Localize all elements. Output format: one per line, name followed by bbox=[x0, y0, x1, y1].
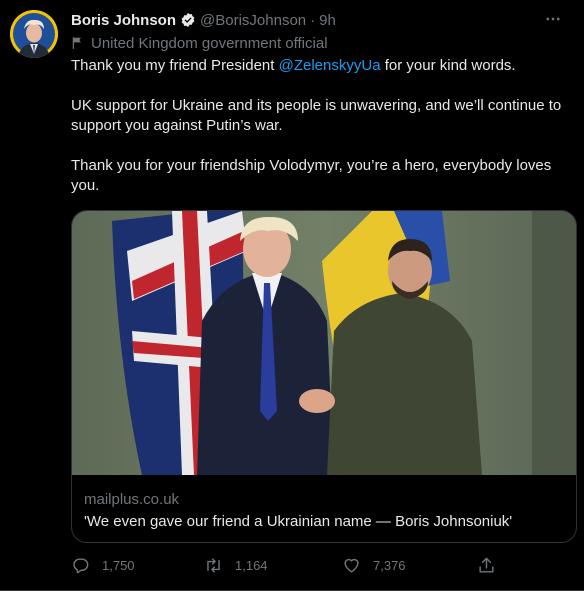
account-label-text: United Kingdom government official bbox=[91, 34, 328, 52]
card-title: 'We even gave our friend a Ukrainian nam… bbox=[84, 513, 513, 530]
separator-dot: · bbox=[310, 11, 316, 29]
card-image bbox=[72, 211, 576, 475]
reply-button[interactable]: 1,750 bbox=[71, 556, 135, 575]
like-count: 7,376 bbox=[373, 557, 406, 573]
retweet-button[interactable]: 1,164 bbox=[204, 556, 268, 575]
tweet-text-segment: Thank you my friend President bbox=[71, 57, 279, 74]
tweet[interactable]: Boris Johnson @BorisJohnson · 9h United … bbox=[0, 0, 584, 591]
author-name[interactable]: Boris Johnson bbox=[71, 12, 176, 29]
more-options-icon[interactable] bbox=[544, 10, 562, 33]
tweet-paragraph-2: UK support for Ukraine and its people is… bbox=[71, 97, 562, 134]
tweet-paragraph-1: Thank you my friend President @Zelenskyy… bbox=[71, 56, 571, 76]
card-domain: mailplus.co.uk bbox=[84, 491, 180, 508]
avatar-image bbox=[10, 10, 58, 58]
card-info: mailplus.co.uk 'We even gave our friend … bbox=[72, 476, 576, 532]
tweet-actions: 1,750 1,164 7,376 bbox=[71, 555, 501, 575]
heart-icon bbox=[344, 558, 359, 573]
tweet-text: Thank you my friend President @Zelenskyy… bbox=[71, 56, 571, 216]
retweet-count: 1,164 bbox=[235, 557, 268, 573]
tweet-timestamp[interactable]: 9h bbox=[319, 12, 336, 29]
retweet-icon bbox=[207, 557, 220, 573]
share-button[interactable] bbox=[477, 556, 508, 575]
government-flag-icon bbox=[72, 37, 81, 49]
reply-icon bbox=[73, 557, 89, 573]
author-handle[interactable]: @BorisJohnson bbox=[200, 12, 306, 29]
tweet-header: Boris Johnson @BorisJohnson · 9h bbox=[71, 10, 564, 30]
tweet-paragraph-3: Thank you for your friendship Volodymyr,… bbox=[71, 157, 552, 194]
link-card[interactable]: mailplus.co.uk 'We even gave our friend … bbox=[71, 210, 577, 543]
mention-link[interactable]: @ZelenskyyUa bbox=[279, 57, 381, 74]
avatar[interactable] bbox=[10, 10, 58, 58]
tweet-text-segment: for your kind words. bbox=[380, 57, 516, 74]
verified-badge-icon bbox=[181, 13, 195, 27]
account-label[interactable]: United Kingdom government official bbox=[71, 34, 328, 52]
like-button[interactable]: 7,376 bbox=[342, 556, 406, 575]
share-icon bbox=[479, 557, 494, 573]
reply-count: 1,750 bbox=[102, 557, 135, 573]
